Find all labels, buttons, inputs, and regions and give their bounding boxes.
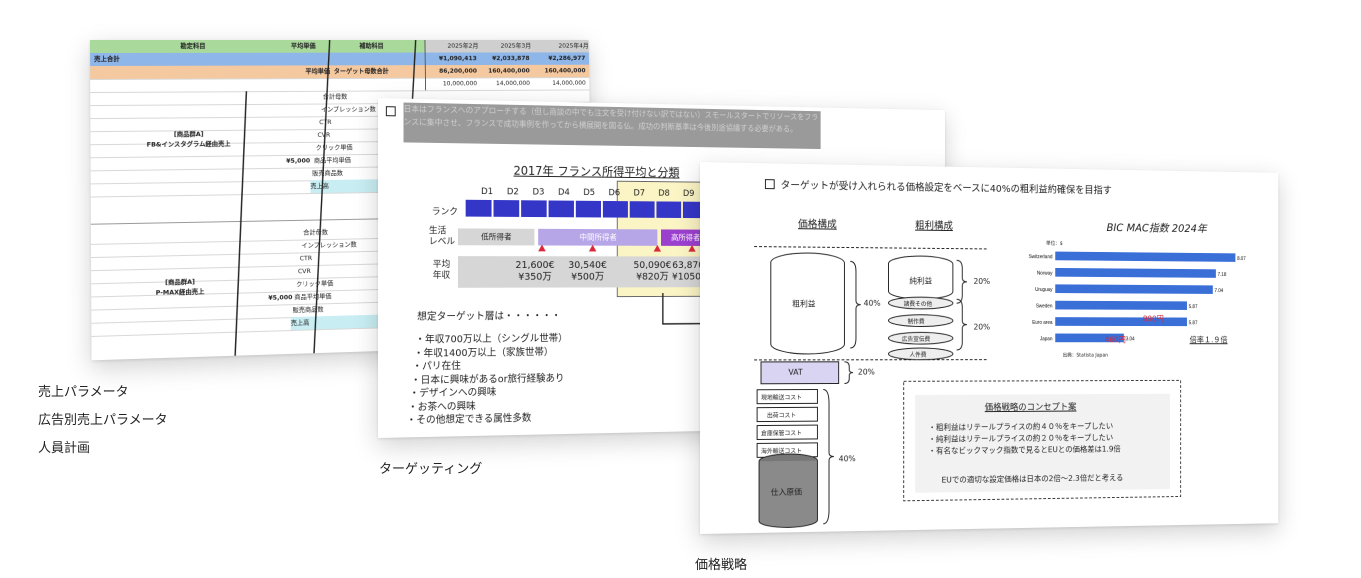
bigmac-country-label: Sweden <box>1036 304 1053 310</box>
costs-percent: 20% <box>973 322 991 332</box>
purchase-label: 仕入原価 <box>770 487 802 497</box>
income-2: 30,540€ ¥500万 <box>568 260 607 283</box>
concept-item: ・有名なビックマック指数で見るとEUとの価格差は1.9倍 <box>928 444 1120 458</box>
bullet-dot-icon: ・ <box>415 334 425 346</box>
bigmac-value-label: 7.04 <box>1215 288 1224 294</box>
caption-staffing-plan: 人員計画 <box>38 441 91 456</box>
cost-item: 諸費その他 <box>903 300 933 308</box>
bullet-dot-icon: ・ <box>410 374 421 387</box>
persona-item: ・日本に興味があるor旅行経験あり <box>404 372 568 388</box>
bigmac-bar <box>1055 317 1187 327</box>
persona-item: ・年収700万以上（シングル世帯） <box>404 332 568 347</box>
bullet-dot-icon: ・ <box>413 348 424 360</box>
bigmac-source: 出典：Statista Japan <box>1062 352 1109 359</box>
income-2-eur: 30,540€ <box>568 260 607 271</box>
bigmac-country-label: Euro area <box>1032 320 1052 326</box>
vat-label: VAT <box>788 367 803 377</box>
concept-item-text: 純利益はリテールプライスの約２０％をキープしたい <box>935 433 1114 444</box>
income-1: 21,600€ ¥350万 <box>515 260 554 284</box>
logistics-item: 海外輸送コスト <box>761 447 802 456</box>
income-3-jpy: ¥820万 <box>636 271 669 283</box>
bigmac-value-label: 7.18 <box>1218 272 1227 278</box>
logistics-item: 現地輸送コスト <box>761 394 802 402</box>
persona-title: 想定ターゲット層は・・・・・・ <box>417 310 561 323</box>
concept-title: 価格戦略のコンセプト案 <box>984 402 1077 414</box>
caption-pricing: 価格戦略 <box>695 558 748 573</box>
persona-item-text: 年収700万以上（シングル世帯） <box>424 333 568 346</box>
bullet-dot-icon: ・ <box>409 388 420 400</box>
persona-item: ・年収1400万以上（家族世帯） <box>404 346 568 361</box>
bigmac-value-label: 8.07 <box>1237 256 1246 262</box>
persona-item-text: その他想定できる属性多数 <box>416 413 532 427</box>
bigmac-country-label: Switzerland <box>1029 254 1053 260</box>
cost-item: 制作費 <box>907 318 925 326</box>
logistics-item: 倉庫保管コスト <box>761 430 802 438</box>
persona-item-text: お茶への興味 <box>417 400 476 413</box>
bigmac-bar <box>1055 267 1216 278</box>
caption-targeting: ターゲッティング <box>379 462 483 477</box>
persona-list: ・年収700万以上（シングル世帯） ・年収1400万以上（家族世帯） ・パリ在住 ・日… <box>404 332 568 428</box>
bigmac-value-label: 3.04 <box>1126 336 1135 342</box>
concept-item-text: 有名なビックマック指数で見るとEUとの価格差は1.9倍 <box>935 444 1121 456</box>
bigmac-bar <box>1055 284 1213 294</box>
income-3-eur: 50,090€ <box>633 260 672 271</box>
income-1-jpy: ¥350万 <box>518 271 552 283</box>
price-ratio: 倍率１.９倍 <box>1189 335 1228 345</box>
bigmac-value-label: 5.87 <box>1189 320 1198 326</box>
bullet-dot-icon: ・ <box>928 434 936 444</box>
concept-item-text: 粗利益はリテールプライスの約４０％をキープしたい <box>935 421 1114 432</box>
net-percent: 20% <box>973 277 991 286</box>
bullet-dot-icon: ・ <box>928 446 936 456</box>
caption-ad-sales-params: 広告別売上パラメータ <box>38 413 168 428</box>
persona-item-text: 日本に興味があるor旅行経験あり <box>420 372 565 386</box>
persona-item-text: デザインへの興味 <box>419 387 497 400</box>
income-2-jpy: ¥500万 <box>571 271 605 283</box>
income-1-eur: 21,600€ <box>515 260 555 271</box>
purchase-percent: 40% <box>838 454 856 464</box>
cost-item: 広告宣伝費 <box>901 336 931 344</box>
bigmac-country-label: Uruguay <box>1035 287 1053 293</box>
persona-item-text: 年収1400万以上（家族世帯） <box>423 346 554 359</box>
net-label: 純利益 <box>909 276 933 286</box>
bullet-dot-icon: ・ <box>406 415 417 427</box>
persona-item-text: パリ在住 <box>422 361 461 373</box>
bullet-dot-icon: ・ <box>928 423 936 433</box>
gross-label: 粗利益 <box>792 299 816 309</box>
pricing-strategy-slide[interactable]: ターゲットが受け入れられる価格設定をベースに40%の粗利益約確保を目指す 価格構… <box>700 162 1279 534</box>
concept-list: ・粗利益はリテールプライスの約４０％をキープしたい ・純利益はリテールプライスの約… <box>928 421 1120 458</box>
jp-yen-price: 460円 <box>1104 335 1126 345</box>
bigmac-country-label: Norway <box>1037 271 1053 277</box>
bullet-dot-icon: ・ <box>407 401 418 413</box>
cost-item: 人件費 <box>909 351 927 359</box>
vat-percent: 20% <box>857 367 875 377</box>
caption-sales-params: 売上パラメータ <box>38 385 129 400</box>
bigmac-value-label: 5.87 <box>1189 304 1198 310</box>
bigmac-bar <box>1055 300 1187 310</box>
income-3: 50,090€ ¥820万 <box>633 260 671 283</box>
logistics-item: 出荷コスト <box>766 412 797 420</box>
bullet-dot-icon: ・ <box>412 361 423 373</box>
eu-yen-price: 890円 <box>1142 314 1164 324</box>
gross-percent: 40% <box>863 298 881 308</box>
bigmac-country-label: Japan <box>1040 336 1053 342</box>
bigmac-bar <box>1055 251 1236 262</box>
